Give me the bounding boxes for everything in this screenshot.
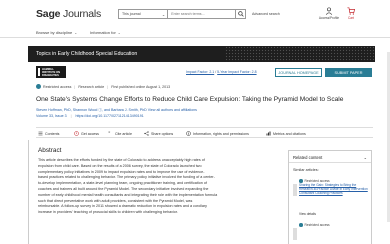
abstract-text: This article describes the efforts funde…	[38, 158, 270, 216]
five-year-impact-link[interactable]: 5-Year Impact Factor: 2.8	[217, 70, 256, 74]
related-content-panel: Related content ⌄ Similar articles: Rest…	[288, 150, 372, 244]
rights-permissions-button[interactable]: Information, rights and permissions	[186, 131, 249, 136]
publication-date: First published online August 1, 2013	[111, 84, 171, 89]
volume-link[interactable]: Volume 33, Issue 3	[36, 114, 67, 118]
profile-button[interactable]: Access/Profile	[318, 7, 340, 20]
profile-label: Access/Profile	[318, 16, 340, 20]
lock-icon	[299, 223, 303, 227]
info-label: Information for	[90, 30, 116, 35]
get-access-label: Get access	[81, 131, 99, 136]
search-icon	[237, 11, 244, 17]
chevron-down-icon: ⌄	[117, 31, 121, 35]
metrics-label: Metrics and citations	[273, 131, 306, 136]
search-scope-label: This journal	[122, 12, 141, 16]
rights-label: Information, rights and permissions	[193, 131, 249, 136]
impact-factor-link[interactable]: Impact Factor: 2.1	[186, 70, 214, 74]
related-article: Restricted access Sharing the Gain: Stra…	[293, 179, 369, 196]
metrics-icon	[266, 131, 271, 136]
related-content-header[interactable]: Related content ⌄	[289, 151, 371, 163]
chevron-down-icon: ⌄	[161, 12, 166, 17]
doi-link[interactable]: https://doi.org/10.1177/0271121413490191	[76, 114, 144, 118]
browse-discipline-menu[interactable]: Browse by discipline ⌄	[36, 30, 77, 35]
browse-label: Browse by discipline	[36, 30, 73, 35]
related-content-title: Related content	[293, 155, 323, 160]
top-header: Sage Journals This journal ⌄ Advanced se…	[0, 0, 390, 26]
journal-banner: Topics in Early Childhood Special Educat…	[28, 46, 375, 62]
journal-title[interactable]: Topics in Early Childhood Special Educat…	[36, 51, 137, 57]
logo-text: Journals	[63, 8, 102, 20]
logo-brand: Sage	[36, 8, 61, 20]
nav-row: Browse by discipline ⌄ Information for ⌄	[0, 26, 390, 38]
metrics-citations-button[interactable]: Metrics and citations	[266, 131, 306, 136]
article-thumbnail	[293, 184, 297, 196]
related-access-row: Restricted access	[299, 223, 369, 227]
authors: Steven Hoffman, PhD, Shannon Wood ⓘ, and…	[36, 108, 197, 113]
get-access-icon	[74, 131, 79, 136]
article-title: One State's Systems Change Efforts to Re…	[36, 96, 344, 103]
similar-articles-label: Similar articles:	[293, 168, 319, 172]
logo-mark	[38, 68, 40, 76]
search-bar: This journal ⌄	[118, 9, 246, 19]
access-status: Restricted access	[43, 84, 72, 89]
related-article-link[interactable]: Sharing the Gain: Strategies to Bring th…	[299, 183, 369, 196]
article-tools: Contents Get access " Cite article Share…	[36, 127, 373, 138]
share-options-button[interactable]: Share options	[144, 131, 173, 136]
lock-icon	[36, 84, 41, 89]
chevron-down-icon: ⌄	[74, 31, 78, 35]
separator: |	[107, 84, 109, 89]
info-icon	[186, 131, 191, 136]
related-access-status: Restricted access	[304, 223, 330, 227]
person-icon	[325, 7, 333, 15]
cart-label: Cart	[347, 16, 355, 20]
information-for-menu[interactable]: Information for ⌄	[90, 30, 121, 35]
sage-journals-logo[interactable]: Sage Journals	[36, 8, 101, 20]
view-details-link[interactable]: View details	[299, 212, 316, 216]
cart-icon	[347, 7, 355, 15]
share-icon	[144, 131, 149, 136]
search-input[interactable]	[167, 9, 237, 19]
access-row: Restricted access | Research article | F…	[36, 84, 170, 89]
article-type: Research article	[78, 84, 105, 89]
abstract-heading: Abstract	[38, 147, 62, 154]
view-all-authors-link[interactable]: View all authors and affiliations	[148, 108, 197, 112]
advanced-search-link[interactable]: Advanced search	[252, 12, 280, 16]
article-thumbnail	[293, 228, 297, 240]
separator: |	[74, 84, 76, 89]
section-divider	[28, 140, 29, 244]
publisher-logo: HAMMILL INSTITUTE ON DISABILITIES	[36, 66, 66, 78]
chevron-down-icon: ⌄	[363, 155, 367, 160]
submit-paper-button[interactable]: SUBMIT PAPER	[325, 68, 372, 77]
contents-button[interactable]: Contents	[38, 131, 59, 136]
journal-homepage-button[interactable]: JOURNAL HOMEPAGE	[275, 68, 322, 77]
contents-icon	[38, 131, 43, 136]
related-article: Restricted access	[293, 223, 369, 240]
abstract-line: increase in providers' teaching of proso…	[38, 210, 178, 215]
cite-icon: "	[109, 132, 111, 137]
search-scope-select[interactable]: This journal ⌄	[118, 9, 168, 19]
cart-button[interactable]: Cart	[340, 7, 362, 20]
contents-label: Contents	[45, 131, 60, 136]
cite-label: Cite article	[115, 131, 132, 136]
share-label: Share options	[151, 131, 174, 136]
separator: |	[70, 114, 72, 118]
cite-article-button[interactable]: " Cite article	[108, 131, 132, 137]
get-access-button[interactable]: Get access	[74, 131, 99, 136]
doi-row: Volume 33, Issue 3 | https://doi.org/10.…	[36, 114, 144, 118]
search-button[interactable]	[236, 9, 246, 19]
author-links[interactable]: Steven Hoffman, PhD, Shannon Wood ⓘ, and…	[36, 108, 147, 112]
impact-factor: Impact Factor: 2.1 / 5-Year Impact Facto…	[186, 70, 257, 74]
svg-text:": "	[109, 132, 111, 137]
banner-pattern	[225, 46, 375, 62]
logo-text: HAMMILL INSTITUTE ON DISABILITIES	[41, 67, 60, 77]
